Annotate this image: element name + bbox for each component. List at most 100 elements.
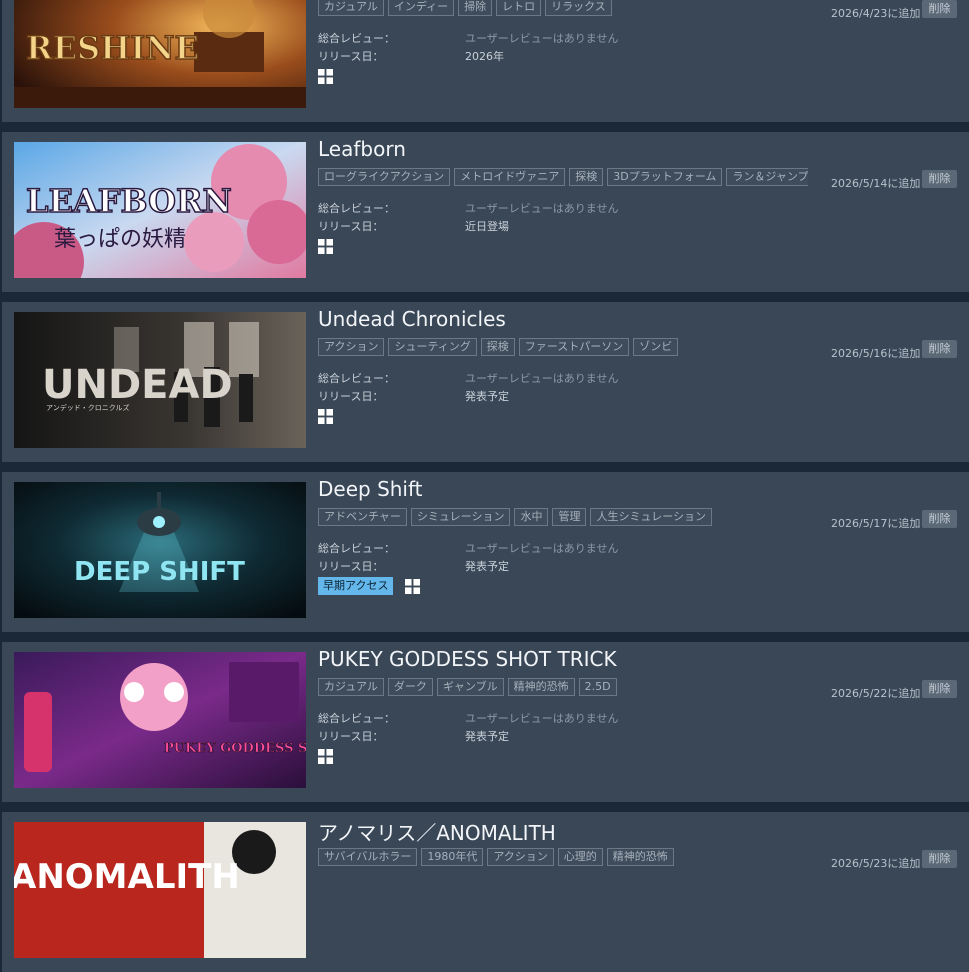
platform-list (318, 407, 333, 425)
capsule-logo-text: UNDEAD (42, 362, 233, 408)
tag[interactable]: 精神的恐怖 (606, 848, 674, 866)
early-access-badge: 早期アクセス (318, 577, 394, 595)
tag[interactable]: アクション (487, 848, 554, 866)
review-value: ユーザーレビューはありません (465, 32, 619, 45)
game-capsule-image[interactable]: ANOMALITH (14, 822, 306, 958)
tag[interactable]: 探検 (480, 338, 515, 356)
tag[interactable]: 探検 (569, 168, 604, 186)
tag-list: カジュアル ダーク ギャンブル 精神的恐怖 2.5D (318, 678, 808, 696)
added-date: 2026/4/23に追加 (831, 7, 921, 20)
capsule-logo-subtext: アンデッド・クロニクルズ (46, 403, 130, 412)
remove-button[interactable]: 削除 (922, 510, 957, 528)
review-value: ユーザーレビューはありません (465, 372, 619, 385)
review-value: ユーザーレビューはありません (465, 202, 619, 215)
game-title[interactable]: アノマリス／ANOMALITH (318, 817, 556, 846)
tag-list: アクション シューティング 探検 ファーストパーソン ゾンビ (318, 338, 808, 356)
tag[interactable]: 水中 (514, 508, 549, 526)
tag[interactable]: レトロ (496, 0, 542, 16)
review-value: ユーザーレビューはありません (465, 712, 619, 725)
tag[interactable]: リラックス (545, 0, 612, 16)
tag[interactable]: シミュレーション (410, 508, 511, 526)
game-title[interactable]: PUKEY GODDESS SHOT TRICK (318, 647, 617, 671)
wishlist-item: ANOMALITH アノマリス／ANOMALITH サバイバルホラー 1980年代… (0, 812, 969, 972)
windows-icon (318, 238, 333, 254)
wishlist-item: LEAFBORN 葉っぱの妖精 Leafborn ローグライクアクション メトロイ… (0, 132, 969, 292)
tag[interactable]: ギャンブル (436, 678, 504, 696)
capsule-logo-text: RESHINE (26, 29, 199, 67)
remove-button[interactable]: 削除 (922, 0, 957, 18)
game-title[interactable]: Deep Shift (318, 477, 423, 501)
tag[interactable]: 掃除 (458, 0, 493, 16)
capsule-logo-text: ANOMALITH (14, 857, 240, 897)
remove-button[interactable]: 削除 (922, 340, 957, 358)
review-label: 総合レビュー： (318, 542, 395, 555)
platform-list (318, 237, 333, 255)
review-label: 総合レビュー： (318, 202, 395, 215)
release-date-label: リリース日： (318, 50, 384, 63)
game-title[interactable]: Leafborn (318, 137, 406, 161)
tag[interactable]: 人生シミュレーション (590, 508, 713, 526)
review-label: 総合レビュー： (318, 32, 395, 45)
platform-list: 早期アクセス (318, 577, 421, 595)
windows-icon (318, 408, 333, 424)
game-capsule-image[interactable]: UNDEAD アンデッド・クロニクルズ (14, 312, 306, 448)
release-date-value: 発表予定 (465, 390, 509, 403)
tag-list: サバイバルホラー 1980年代 アクション 心理的 精神的恐怖 (318, 848, 808, 866)
added-date: 2026/5/17に追加 (831, 517, 921, 530)
tag[interactable]: カジュアル (318, 678, 384, 696)
tag[interactable]: カジュアル (318, 0, 384, 16)
platform-list (318, 67, 333, 85)
capsule-logo-text: DEEP SHIFT (74, 557, 245, 587)
release-date-label: リリース日： (318, 730, 384, 743)
windows-icon (318, 68, 333, 84)
tag[interactable]: サバイバルホラー (318, 848, 418, 866)
added-date: 2026/5/23に追加 (831, 857, 921, 870)
review-value: ユーザーレビューはありません (465, 542, 619, 555)
tag[interactable]: アドベンチャー (318, 508, 407, 526)
tag[interactable]: ローグライクアクション (318, 168, 451, 186)
tag[interactable]: ファーストパーソン (518, 338, 630, 356)
tag-list: ローグライクアクション メトロイドヴァニア 探検 3Dプラットフォーム ラン＆ジャンプ (318, 168, 808, 186)
tag[interactable]: メトロイドヴァニア (454, 168, 566, 186)
wishlist-item: PUKEY GODDESS SHOT TRICK PUKEY GODDESS S… (0, 642, 969, 802)
review-label: 総合レビュー： (318, 712, 395, 725)
game-capsule-image[interactable]: RESHINE (14, 0, 306, 108)
release-date-value: 発表予定 (465, 730, 509, 743)
release-date-label: リリース日： (318, 390, 384, 403)
windows-icon (405, 578, 421, 594)
remove-button[interactable]: 削除 (922, 170, 957, 188)
release-date-value: 発表予定 (465, 560, 509, 573)
tag[interactable]: 心理的 (557, 848, 603, 866)
game-title[interactable]: Undead Chronicles (318, 307, 506, 331)
capsule-logo-text: PUKEY GODDESS SHOT TRICK (164, 741, 306, 756)
tag-list: カジュアル インディー 掃除 レトロ リラックス (318, 0, 808, 16)
tag[interactable]: 1980年代 (421, 848, 484, 866)
tag-list: アドベンチャー シミュレーション 水中 管理 人生シミュレーション (318, 508, 808, 526)
tag[interactable]: 管理 (552, 508, 587, 526)
release-date-label: リリース日： (318, 220, 384, 233)
added-date: 2026/5/16に追加 (831, 347, 921, 360)
tag[interactable]: アクション (318, 338, 385, 356)
game-capsule-image[interactable]: PUKEY GODDESS SHOT TRICK (14, 652, 306, 788)
tag[interactable]: ゾンビ (633, 338, 679, 356)
remove-button[interactable]: 削除 (922, 850, 957, 868)
tag[interactable]: 3Dプラットフォーム (607, 168, 723, 186)
tag[interactable]: シューティング (388, 338, 477, 356)
platform-list (318, 747, 333, 765)
wishlist: RESHINE カジュアル インディー 掃除 レトロ リラックス 総合レビュー： ユーザ… (0, 0, 969, 972)
capsule-logo-subtext: 葉っぱの妖精 (54, 227, 186, 252)
tag[interactable]: 2.5D (578, 678, 617, 696)
game-capsule-image[interactable]: DEEP SHIFT (14, 482, 306, 618)
tag[interactable]: インディー (387, 0, 455, 16)
added-date: 2026/5/14に追加 (831, 177, 921, 190)
game-capsule-image[interactable]: LEAFBORN 葉っぱの妖精 (14, 142, 306, 278)
remove-button[interactable]: 削除 (922, 680, 957, 698)
wishlist-item: UNDEAD アンデッド・クロニクルズ Undead Chronicles アク… (0, 302, 969, 462)
windows-icon (318, 748, 333, 764)
release-date-label: リリース日： (318, 560, 384, 573)
tag[interactable]: 精神的恐怖 (507, 678, 575, 696)
wishlist-item: DEEP SHIFT Deep Shift アドベンチャー シミュレーション 水中管… (0, 472, 969, 632)
tag[interactable]: ダーク (387, 678, 433, 696)
tag[interactable]: ラン＆ジャンプ (726, 168, 808, 186)
added-date: 2026/5/22に追加 (831, 687, 921, 700)
